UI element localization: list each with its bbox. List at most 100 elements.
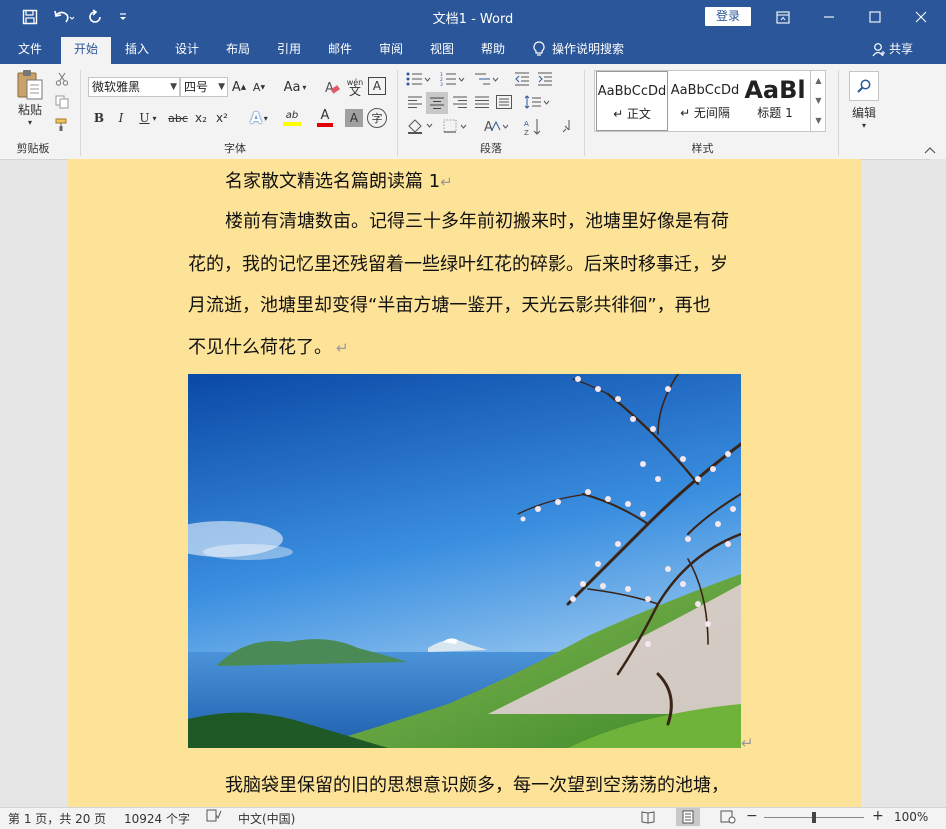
- bold-button[interactable]: B: [91, 109, 107, 127]
- zoom-level[interactable]: 100%: [894, 810, 928, 824]
- numbering-icon[interactable]: 123: [438, 70, 468, 88]
- enclose-characters-button[interactable]: 字: [367, 108, 387, 128]
- tell-me-search[interactable]: 操作说明搜索: [532, 34, 644, 64]
- shrink-font-button[interactable]: A ▼: [250, 77, 268, 97]
- zoom-slider-thumb[interactable]: [812, 812, 816, 823]
- read-mode-icon[interactable]: [641, 810, 655, 827]
- font-size-combo[interactable]: 四号 ▼: [180, 77, 228, 97]
- tab-view[interactable]: 视图: [419, 34, 465, 64]
- tab-insert[interactable]: 插入: [114, 34, 160, 64]
- paragraph-line: 花的，我的记忆里还残留着一些绿叶红花的碎影。后来时移事迁，岁: [188, 254, 728, 275]
- tab-review[interactable]: 审阅: [368, 34, 414, 64]
- chevron-up-icon[interactable]: ▲: [811, 71, 826, 91]
- ribbon-home: 粘贴 ▾ 剪贴板 微软雅黑 ▼ 四号 ▼ A ▲ A ▼ Aa ▾ A wén 文 A B …: [0, 64, 946, 220]
- font-name-value: 微软雅黑: [92, 80, 141, 94]
- print-layout-icon[interactable]: [676, 808, 700, 826]
- zoom-in-button[interactable]: +: [872, 808, 884, 824]
- svg-text:3: 3: [440, 82, 443, 86]
- share-button[interactable]: 共享: [872, 34, 928, 64]
- subscript-button[interactable]: x₂: [192, 109, 210, 127]
- phonetic-guide-button[interactable]: wén 文: [345, 76, 365, 98]
- strikethrough-button[interactable]: abc: [166, 109, 190, 127]
- paste-button[interactable]: 粘贴 ▾: [10, 68, 50, 128]
- clear-formatting-icon[interactable]: A: [322, 77, 342, 97]
- landscape-photo[interactable]: [188, 374, 741, 748]
- shading-icon[interactable]: [404, 116, 436, 136]
- format-painter-icon[interactable]: [53, 116, 71, 134]
- character-shading-button[interactable]: A: [345, 109, 363, 127]
- more-styles-icon[interactable]: ▼: [811, 111, 826, 131]
- show-marks-icon[interactable]: [556, 116, 576, 136]
- ribbon-display-options-icon[interactable]: [760, 6, 806, 28]
- chevron-down-icon: ▾: [27, 118, 32, 127]
- proofing-icon[interactable]: [206, 809, 222, 826]
- decrease-indent-icon[interactable]: [512, 70, 532, 88]
- chevron-down-icon: ▼: [170, 82, 177, 92]
- multilevel-list-icon[interactable]: [472, 70, 502, 88]
- ribbon-tab-bar: 文件 开始 插入 设计 布局 引用 邮件 审阅 视图 帮助 操作说明搜索 共享: [0, 34, 946, 64]
- tab-file[interactable]: 文件: [6, 34, 54, 64]
- align-right-icon[interactable]: [450, 92, 470, 112]
- justify-icon[interactable]: [472, 92, 492, 112]
- collapse-ribbon-icon[interactable]: [922, 144, 938, 156]
- bullets-icon[interactable]: [404, 70, 434, 88]
- tab-references[interactable]: 引用: [266, 34, 312, 64]
- style-name: ↵ 正文: [613, 107, 651, 121]
- minimize-icon[interactable]: [806, 6, 852, 28]
- close-icon[interactable]: [898, 6, 944, 28]
- paragraph-line: 月流逝，池塘里却变得“半亩方塘一鉴开，天光云影共徘徊”，再也: [188, 295, 711, 316]
- web-layout-icon[interactable]: [720, 810, 736, 827]
- zoom-out-button[interactable]: −: [746, 808, 758, 824]
- word-count[interactable]: 10924 个字: [124, 810, 190, 827]
- tab-home[interactable]: 开始: [61, 37, 111, 64]
- svg-text:A: A: [524, 120, 529, 128]
- change-case-label: Aa: [283, 79, 301, 95]
- chevron-down-icon: ▼: [218, 82, 225, 92]
- tell-me-label: 操作说明搜索: [552, 42, 625, 56]
- chevron-down-icon[interactable]: ▼: [811, 91, 826, 111]
- underline-button[interactable]: U ▾: [135, 109, 161, 127]
- change-case-button[interactable]: Aa ▾: [278, 77, 312, 97]
- style-sample: AaBbCcDd: [670, 83, 740, 98]
- line-spacing-icon[interactable]: [522, 92, 552, 112]
- tab-layout[interactable]: 布局: [215, 34, 261, 64]
- align-left-icon[interactable]: [405, 92, 425, 112]
- maximize-icon[interactable]: [852, 6, 898, 28]
- align-center-icon[interactable]: [426, 92, 448, 114]
- italic-button[interactable]: I: [113, 109, 129, 127]
- font-name-combo[interactable]: 微软雅黑 ▼: [88, 77, 180, 97]
- status-bar: 第 1 页，共 20 页 10924 个字 中文(中国) − + 100%: [0, 807, 946, 829]
- document-page[interactable]: 名家散文精选名篇朗读篇 1↵ 楼前有清塘数亩。记得三十多年前初搬来时，池塘里好像…: [68, 159, 861, 807]
- distributed-icon[interactable]: [494, 92, 514, 112]
- copy-icon[interactable]: [53, 93, 71, 111]
- superscript-button[interactable]: x²: [213, 109, 231, 127]
- chinese-layout-icon[interactable]: A: [482, 116, 512, 136]
- svg-text:A: A: [325, 81, 334, 95]
- sort-icon[interactable]: AZ: [522, 116, 544, 138]
- editing-button[interactable]: 编辑 ▾: [846, 70, 882, 130]
- font-color-button[interactable]: A: [310, 108, 340, 128]
- vertical-scrollbar[interactable]: [930, 159, 946, 807]
- login-button[interactable]: 登录: [705, 7, 751, 26]
- increase-indent-icon[interactable]: [535, 70, 555, 88]
- tab-design[interactable]: 设计: [164, 34, 210, 64]
- style-heading-1[interactable]: AaBl 标题 1: [742, 71, 808, 131]
- paste-icon: [17, 70, 43, 100]
- text-effects-icon: A: [250, 109, 262, 127]
- tab-mailings[interactable]: 邮件: [317, 34, 363, 64]
- style-normal[interactable]: AaBbCcDd ↵ 正文: [596, 71, 668, 131]
- styles-scroll: ▲ ▼ ▼: [810, 71, 826, 131]
- character-border-button[interactable]: A: [368, 77, 386, 95]
- borders-icon[interactable]: [442, 116, 470, 136]
- tab-help[interactable]: 帮助: [470, 34, 516, 64]
- language-indicator[interactable]: 中文(中国): [238, 810, 295, 827]
- style-no-spacing[interactable]: AaBbCcDd ↵ 无间隔: [669, 71, 741, 131]
- highlight-button[interactable]: ab: [277, 108, 307, 128]
- grow-font-button[interactable]: A ▲: [230, 77, 248, 97]
- style-name: ↵ 无间隔: [680, 106, 730, 120]
- find-icon: [849, 70, 879, 101]
- heading-text: 名家散文精选名篇朗读篇 1: [225, 171, 441, 192]
- cut-icon[interactable]: [53, 70, 71, 88]
- page-count[interactable]: 第 1 页，共 20 页: [8, 810, 106, 827]
- text-effects-button[interactable]: A ▾: [245, 108, 273, 128]
